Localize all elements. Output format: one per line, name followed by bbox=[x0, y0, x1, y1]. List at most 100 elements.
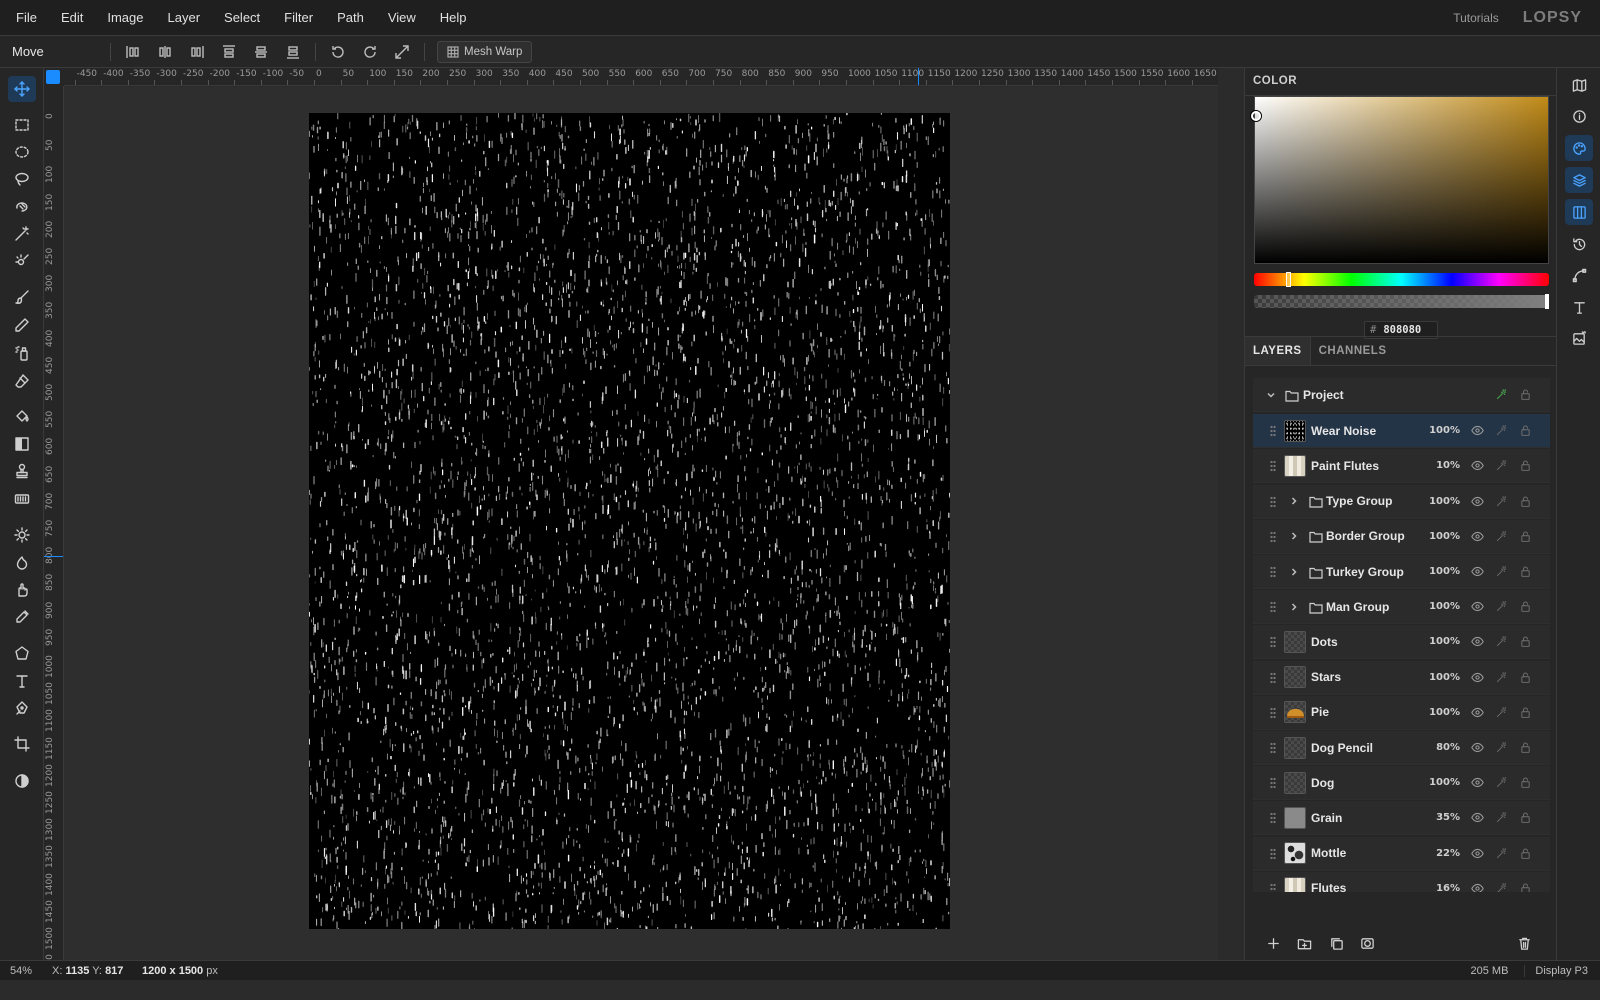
drag-handle-icon[interactable] bbox=[1270, 777, 1276, 790]
tool-gradient[interactable] bbox=[8, 431, 36, 457]
tool-pencil[interactable] bbox=[8, 312, 36, 338]
alpha-slider[interactable] bbox=[1254, 294, 1549, 309]
drag-handle-icon[interactable] bbox=[1270, 882, 1276, 892]
layer-opacity[interactable]: 10% bbox=[1424, 460, 1460, 471]
layer-row[interactable]: Wear Noise 100% bbox=[1253, 414, 1550, 449]
layer-opacity[interactable]: 100% bbox=[1424, 777, 1460, 788]
lock-button[interactable] bbox=[1518, 811, 1532, 825]
add-group-button[interactable] bbox=[1293, 932, 1315, 954]
mask-layer-button[interactable] bbox=[1356, 932, 1378, 954]
delete-layer-button[interactable] bbox=[1513, 932, 1535, 954]
lock-button[interactable] bbox=[1518, 776, 1532, 790]
layer-opacity[interactable]: 100% bbox=[1424, 601, 1460, 612]
eye-button[interactable] bbox=[1470, 600, 1484, 614]
tool-magnetic-lasso[interactable] bbox=[8, 193, 36, 219]
eye-button[interactable] bbox=[1470, 529, 1484, 543]
layer-group-row[interactable]: Type Group 100% bbox=[1253, 484, 1550, 519]
eye-button[interactable] bbox=[1470, 776, 1484, 790]
layer-row[interactable]: Flutes 16% bbox=[1253, 871, 1550, 892]
tool-magic-wand[interactable] bbox=[8, 221, 36, 247]
menu-view[interactable]: View bbox=[376, 0, 428, 36]
layer-row[interactable]: Dog 100% bbox=[1253, 766, 1550, 801]
layer-opacity[interactable]: 16% bbox=[1424, 883, 1460, 892]
align-right-button[interactable] bbox=[181, 40, 213, 64]
effects-button[interactable] bbox=[1494, 529, 1508, 543]
layer-opacity[interactable]: 100% bbox=[1424, 672, 1460, 683]
align-left-button[interactable] bbox=[117, 40, 149, 64]
expand-toggle[interactable] bbox=[1288, 566, 1300, 578]
lock-button[interactable] bbox=[1518, 424, 1532, 438]
layer-row[interactable]: Mottle 22% bbox=[1253, 836, 1550, 871]
tool-stamp[interactable] bbox=[8, 458, 36, 484]
eye-button[interactable] bbox=[1470, 494, 1484, 508]
layer-group-row[interactable]: Man Group 100% bbox=[1253, 590, 1550, 625]
align-center-h-button[interactable] bbox=[149, 40, 181, 64]
drag-handle-icon[interactable] bbox=[1270, 460, 1276, 473]
effects-button[interactable] bbox=[1494, 424, 1508, 438]
layer-opacity[interactable]: 35% bbox=[1424, 812, 1460, 823]
ruler-top[interactable]: -450 -400 -350 -300 -250 -200 -150 -100 -50 0 50 10… bbox=[64, 68, 1218, 86]
effects-button[interactable] bbox=[1494, 776, 1508, 790]
menu-image[interactable]: Image bbox=[95, 0, 155, 36]
tool-brush[interactable] bbox=[8, 284, 36, 310]
effects-button[interactable] bbox=[1494, 635, 1508, 649]
align-top-button[interactable] bbox=[213, 40, 245, 64]
layer-row[interactable]: Grain 35% bbox=[1253, 801, 1550, 836]
document-canvas[interactable] bbox=[309, 113, 950, 929]
history-button[interactable] bbox=[1565, 231, 1593, 257]
paths-button[interactable] bbox=[1565, 262, 1593, 288]
menu-help[interactable]: Help bbox=[428, 0, 479, 36]
effects-button[interactable] bbox=[1494, 811, 1508, 825]
effects-button[interactable] bbox=[1494, 670, 1508, 684]
tool-lasso[interactable] bbox=[8, 166, 36, 192]
tool-spray[interactable] bbox=[8, 340, 36, 366]
zoom-level[interactable]: 54% bbox=[0, 965, 44, 977]
tool-burn[interactable] bbox=[8, 550, 36, 576]
drag-handle-icon[interactable] bbox=[1270, 530, 1276, 543]
tool-polygon[interactable] bbox=[8, 640, 36, 666]
menu-layer[interactable]: Layer bbox=[156, 0, 213, 36]
duplicate-layer-button[interactable] bbox=[1325, 932, 1347, 954]
color-profile[interactable]: Display P3 bbox=[1524, 964, 1588, 977]
tool-contrast[interactable] bbox=[8, 768, 36, 794]
lock-button[interactable] bbox=[1518, 494, 1532, 508]
layers-panel-button[interactable] bbox=[1565, 167, 1593, 193]
lock-button[interactable] bbox=[1518, 388, 1532, 402]
canvas-area[interactable] bbox=[64, 87, 1218, 960]
eye-button[interactable] bbox=[1470, 424, 1484, 438]
drag-handle-icon[interactable] bbox=[1270, 425, 1276, 438]
tool-text[interactable] bbox=[8, 668, 36, 694]
hex-value[interactable]: 808080 bbox=[1383, 324, 1421, 336]
lock-button[interactable] bbox=[1518, 846, 1532, 860]
eye-button[interactable] bbox=[1470, 811, 1484, 825]
drag-handle-icon[interactable] bbox=[1270, 812, 1276, 825]
scale-button[interactable] bbox=[386, 40, 418, 64]
eye-button[interactable] bbox=[1470, 565, 1484, 579]
color-picker-handle[interactable] bbox=[1251, 111, 1261, 121]
tool-pen[interactable] bbox=[8, 695, 36, 721]
drag-handle-icon[interactable] bbox=[1270, 495, 1276, 508]
navigator-button[interactable] bbox=[1565, 72, 1593, 98]
layer-opacity[interactable]: 80% bbox=[1424, 742, 1460, 753]
align-bottom-button[interactable] bbox=[277, 40, 309, 64]
expand-toggle[interactable] bbox=[1288, 495, 1300, 507]
collapse-toggle[interactable] bbox=[1265, 389, 1277, 401]
effects-button[interactable] bbox=[1494, 600, 1508, 614]
adjustments-button[interactable] bbox=[1565, 325, 1593, 351]
layer-row[interactable]: Stars 100% bbox=[1253, 660, 1550, 695]
eye-button[interactable] bbox=[1470, 670, 1484, 684]
tool-pattern[interactable] bbox=[8, 486, 36, 512]
drag-handle-icon[interactable] bbox=[1270, 566, 1276, 578]
tool-dodge[interactable] bbox=[8, 522, 36, 548]
menu-path[interactable]: Path bbox=[325, 0, 376, 36]
effects-button[interactable] bbox=[1494, 565, 1508, 579]
layer-opacity[interactable]: 100% bbox=[1424, 636, 1460, 647]
drag-handle-icon[interactable] bbox=[1270, 742, 1276, 754]
color-panel-button[interactable] bbox=[1565, 135, 1593, 161]
expand-toggle[interactable] bbox=[1288, 530, 1300, 542]
effects-button[interactable] bbox=[1494, 846, 1508, 860]
rotate-ccw-button[interactable] bbox=[322, 40, 354, 64]
menu-select[interactable]: Select bbox=[212, 0, 272, 36]
effects-button[interactable] bbox=[1494, 705, 1508, 719]
layers-list[interactable]: Project Wear Noise 100% Paint Flutes 10% Type… bbox=[1253, 378, 1550, 892]
